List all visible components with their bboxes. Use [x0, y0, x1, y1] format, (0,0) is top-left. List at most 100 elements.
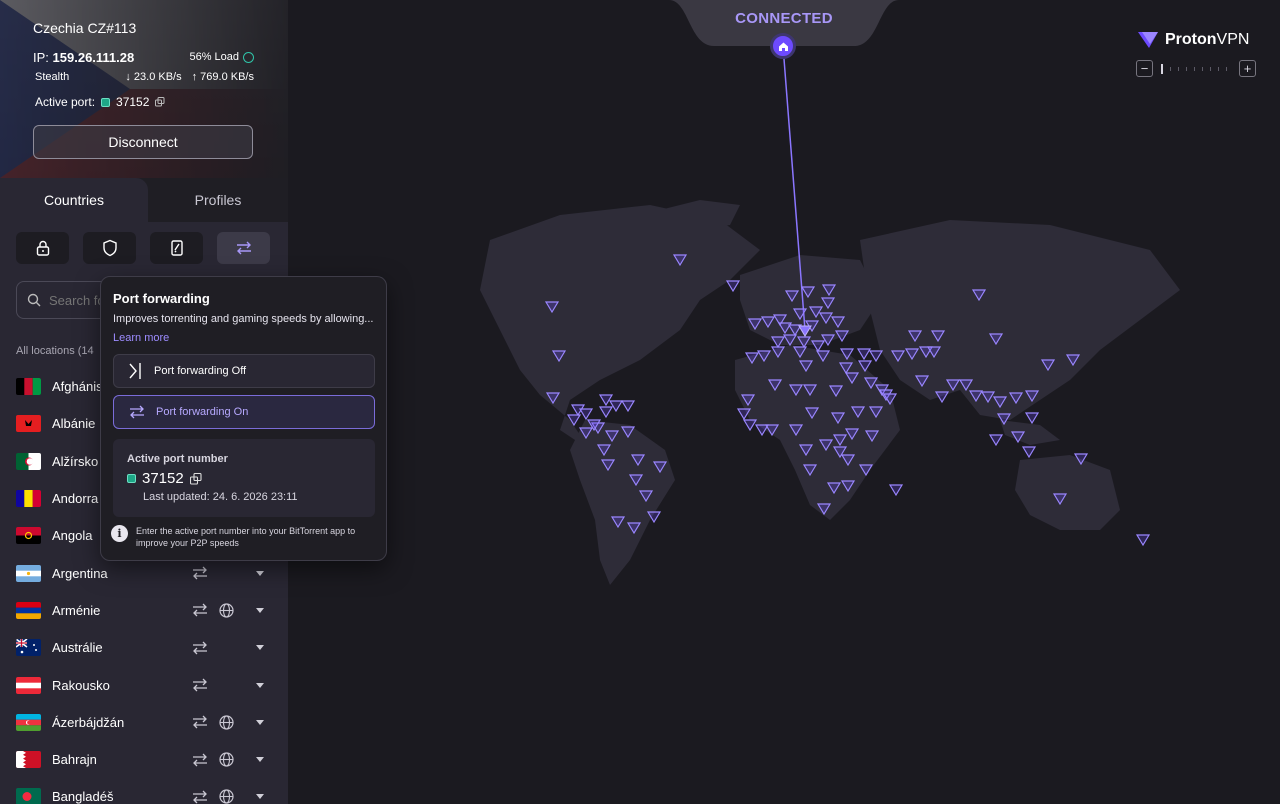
active-port-row: Active port: 37152	[35, 95, 165, 109]
p2p-icon	[193, 566, 207, 580]
p2p-icon	[193, 715, 207, 729]
chevron-down-icon[interactable]	[256, 570, 264, 576]
info-note: i Enter the active port number into your…	[111, 525, 379, 549]
secure-core-filter[interactable]	[16, 232, 69, 264]
server-marker[interactable]	[1135, 534, 1151, 547]
world-map[interactable]	[288, 0, 1280, 804]
copy-icon[interactable]	[155, 97, 165, 107]
port-forwarding-on-option[interactable]: Port forwarding On	[113, 395, 375, 429]
zoom-slider[interactable]	[1161, 63, 1231, 74]
country-features	[191, 789, 264, 804]
chevron-down-icon[interactable]	[256, 794, 264, 800]
p2p-icon	[193, 641, 207, 655]
flag-icon	[16, 452, 41, 470]
country-features	[191, 602, 264, 618]
chevron-down-icon[interactable]	[256, 682, 264, 688]
country-name: Ázerbájdžán	[52, 714, 125, 730]
server-marker[interactable]	[608, 400, 624, 413]
sidebar-tabs: Countries Profiles	[0, 178, 288, 222]
country-row[interactable]: Bahrajn	[0, 741, 288, 778]
country-row[interactable]: Ázerbájdžán	[0, 704, 288, 741]
server-marker[interactable]	[725, 280, 741, 293]
tab-countries[interactable]: Countries	[0, 178, 148, 222]
australia-shape	[1015, 455, 1120, 530]
copy-icon[interactable]	[189, 472, 202, 485]
server-marker[interactable]	[1021, 446, 1037, 459]
server-marker[interactable]	[620, 400, 636, 413]
home-location-marker[interactable]	[770, 33, 796, 59]
active-port-value: 37152	[116, 95, 150, 109]
europe-shape	[740, 255, 880, 345]
zoom-in-button[interactable]: +	[1239, 60, 1256, 77]
proton-vpn-logo: ProtonVPN	[1137, 30, 1249, 50]
chevron-down-icon[interactable]	[256, 719, 264, 725]
server-marker[interactable]	[856, 348, 872, 361]
country-name: Rakousko	[52, 677, 110, 693]
country-row[interactable]: Austrálie	[0, 629, 288, 666]
flag-icon	[16, 713, 41, 731]
country-features	[191, 565, 264, 581]
port-forwarding-off-option[interactable]: Port forwarding Off	[113, 354, 375, 388]
server-marker[interactable]	[598, 394, 614, 407]
download-speed: ↓ 23.0 KB/s	[125, 71, 182, 83]
country-name: Austrálie	[52, 640, 103, 656]
flag-icon	[16, 639, 41, 657]
globe-icon	[219, 789, 234, 804]
p2p-filter[interactable]	[217, 232, 270, 264]
learn-more-link[interactable]: Learn more	[113, 332, 169, 344]
country-name: Arménie	[52, 602, 101, 618]
north-america-shape	[480, 205, 760, 450]
server-marker[interactable]	[988, 434, 1004, 447]
search-icon	[27, 293, 41, 307]
popover-title: Port forwarding	[113, 291, 210, 306]
netshield-filter[interactable]	[83, 232, 136, 264]
arrow-down-icon: ↓	[125, 71, 131, 83]
server-marker[interactable]	[868, 350, 884, 363]
country-features	[191, 640, 264, 656]
chevron-down-icon[interactable]	[256, 645, 264, 651]
asia-shape	[860, 220, 1180, 420]
lock-icon	[36, 240, 49, 256]
active-port-card: Active port number 37152 Last updated: 2…	[113, 439, 375, 517]
flag-icon	[16, 676, 41, 694]
all-locations-header: All locations (14	[16, 345, 94, 357]
device-icon	[170, 240, 183, 256]
port-status-icon	[101, 97, 111, 107]
connection-status: CONNECTED	[735, 10, 833, 27]
chevron-down-icon[interactable]	[256, 757, 264, 763]
country-name: Alžírsko	[52, 453, 99, 469]
proton-logo-icon	[1138, 32, 1158, 48]
p2p-icon	[193, 603, 207, 617]
swap-arrows-icon	[236, 241, 251, 255]
country-row[interactable]: Rakousko	[0, 666, 288, 703]
globe-icon	[219, 603, 234, 618]
country-name: Bangladéš	[52, 789, 114, 804]
chevron-down-icon[interactable]	[256, 607, 264, 613]
last-updated: Last updated: 24. 6. 2026 23:11	[143, 491, 298, 503]
disconnect-button[interactable]: Disconnect	[33, 125, 253, 159]
server-marker[interactable]	[888, 484, 904, 497]
server-marker[interactable]	[578, 408, 594, 421]
port-status-icon	[127, 474, 136, 483]
active-port-number: 37152	[127, 470, 202, 487]
country-row[interactable]: Bangladéš	[0, 778, 288, 804]
country-features	[191, 714, 264, 730]
zoom-controls: − +	[1136, 60, 1256, 77]
map-canvas	[480, 45, 1180, 585]
ip-address: IP: 159.26.111.28	[33, 50, 135, 65]
server-marker[interactable]	[598, 406, 614, 419]
zoom-out-button[interactable]: −	[1136, 60, 1153, 77]
tor-filter[interactable]	[150, 232, 203, 264]
port-forwarding-popover: Port forwarding Improves torrenting and …	[100, 276, 387, 561]
arrow-up-icon: ↑	[191, 71, 198, 83]
server-marker[interactable]	[742, 419, 758, 432]
load-ring-icon	[243, 51, 254, 63]
popover-description: Improves torrenting and gaming speeds by…	[113, 313, 374, 325]
active-port-label: Active port number	[127, 453, 228, 465]
server-marker[interactable]	[1024, 412, 1040, 425]
country-row[interactable]: Arménie	[0, 592, 288, 629]
tab-profiles[interactable]: Profiles	[148, 178, 288, 222]
p2p-icon	[193, 678, 207, 692]
flag-icon	[16, 751, 41, 769]
south-america-shape	[570, 420, 675, 585]
